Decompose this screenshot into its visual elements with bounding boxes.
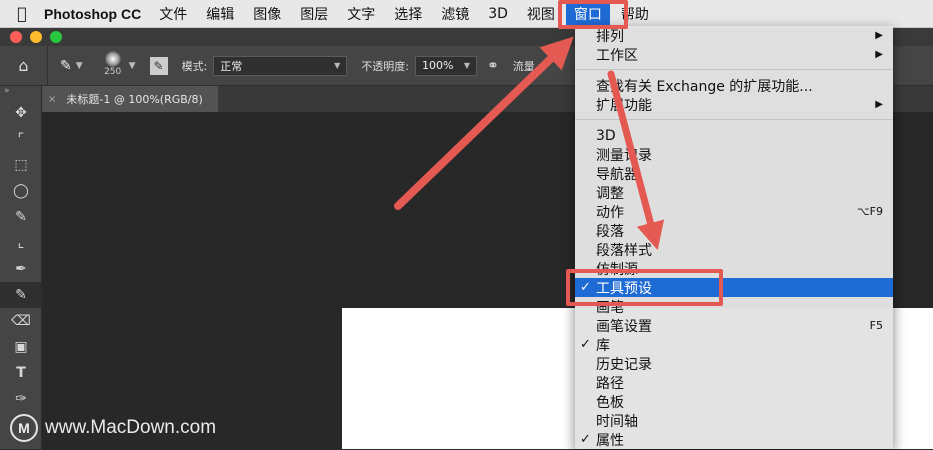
minimize-window-button[interactable] bbox=[30, 31, 42, 43]
menu-view[interactable]: 视图 bbox=[527, 4, 555, 24]
shortcut-label: F5 bbox=[869, 319, 883, 332]
menu-edit[interactable]: 编辑 bbox=[206, 4, 234, 24]
crop-tool-icon[interactable]: ⌞ bbox=[0, 230, 42, 256]
submenu-arrow-icon: ▶ bbox=[875, 30, 883, 41]
shortcut-label: ⌥F9 bbox=[856, 205, 883, 218]
annotation-highlight-window-menu bbox=[558, 0, 628, 29]
window-menu-item-label: 库 bbox=[596, 337, 610, 354]
gradient-tool-icon[interactable]: ▣ bbox=[0, 334, 42, 360]
menu-file[interactable]: 文件 bbox=[159, 4, 187, 24]
lasso-tool-icon[interactable]: ◯ bbox=[0, 178, 42, 204]
window-menu-item-label: 调整 bbox=[596, 185, 624, 202]
marquee-tool-icon[interactable]: ⬚ bbox=[0, 152, 42, 178]
menu-layer[interactable]: 图层 bbox=[300, 4, 328, 24]
submenu-arrow-icon: ▶ bbox=[875, 99, 883, 110]
macdown-logo: M bbox=[10, 414, 38, 442]
window-menu-item-label: 段落 bbox=[596, 223, 624, 240]
window-menu-item[interactable]: 路径 bbox=[575, 373, 893, 392]
window-menu-item-label: 动作 bbox=[596, 204, 624, 221]
brush-tool-icon[interactable]: ✎ bbox=[0, 282, 42, 308]
window-menu-item-label: 查找有关 Exchange 的扩展功能... bbox=[596, 78, 813, 95]
menu-type[interactable]: 文字 bbox=[347, 4, 375, 24]
type-tool-icon[interactable]: T bbox=[0, 360, 42, 386]
mode-select[interactable]: 正常 ▼ bbox=[213, 55, 348, 76]
window-menu-item-label: 导航器 bbox=[596, 166, 638, 183]
move-tool-icon[interactable]: ✥ bbox=[0, 100, 42, 126]
document-tab-title: 未标题-1 @ 100%(RGB/8) bbox=[66, 93, 203, 106]
app-name-menu[interactable]: Photoshop CC bbox=[44, 6, 141, 22]
document-tab[interactable]: × 未标题-1 @ 100%(RGB/8) bbox=[42, 86, 218, 112]
tools-panel: » ✥ ⌜ ⬚ ◯ ✎ ⌞ ✒ ✎ ⌫ ▣ T ✑ bbox=[0, 86, 42, 449]
mode-label: 模式: bbox=[181, 59, 208, 73]
close-window-button[interactable] bbox=[10, 31, 22, 43]
window-menu-item[interactable]: ✓ 库 bbox=[575, 335, 893, 354]
window-menu-item[interactable]: 色板 bbox=[575, 392, 893, 411]
pen-tool-icon[interactable]: ✑ bbox=[0, 386, 42, 412]
window-menu-item-label: 段落样式 bbox=[596, 242, 652, 259]
brush-preset-picker[interactable]: 250 bbox=[101, 50, 125, 81]
menu-filter[interactable]: 滤镜 bbox=[441, 4, 469, 24]
window-menu-item-label: 测量记录 bbox=[596, 147, 652, 164]
brush-tool-icon[interactable]: ✎ bbox=[60, 58, 72, 74]
window-menu-item[interactable]: 调整 bbox=[575, 183, 893, 202]
artboard-tool-icon[interactable]: ⌜ bbox=[0, 126, 42, 152]
flow-label: 流量 bbox=[512, 59, 535, 73]
brush-tip-icon bbox=[104, 50, 121, 67]
window-menu-item-label: 工作区 bbox=[596, 47, 638, 64]
chevron-down-icon[interactable]: ▼ bbox=[76, 61, 83, 71]
window-menu-item-label: 历史记录 bbox=[596, 356, 652, 373]
annotation-highlight-tool-presets bbox=[566, 269, 723, 306]
window-menu-item[interactable]: 段落样式 bbox=[575, 240, 893, 259]
window-menu-item[interactable]: 段落 bbox=[575, 221, 893, 240]
zoom-window-button[interactable] bbox=[50, 31, 62, 43]
window-menu-item[interactable]: 查找有关 Exchange 的扩展功能... bbox=[575, 76, 893, 95]
menu-image[interactable]: 图像 bbox=[253, 4, 281, 24]
chevron-down-icon: ▼ bbox=[463, 61, 471, 70]
window-menu-item-label: 扩展功能 bbox=[596, 97, 652, 114]
window-menu-item[interactable]: 画笔设置 F5 bbox=[575, 316, 893, 335]
opacity-select[interactable]: 100% ▼ bbox=[415, 55, 478, 76]
window-menu-item[interactable]: 导航器 bbox=[575, 164, 893, 183]
eraser-tool-icon[interactable]: ⌫ bbox=[0, 308, 42, 334]
window-menu-item-label: 路径 bbox=[596, 375, 624, 392]
menu-separator bbox=[575, 119, 893, 120]
window-menu-item[interactable]: 测量记录 bbox=[575, 145, 893, 164]
menu-3d[interactable]: 3D bbox=[488, 6, 508, 22]
pressure-opacity-icon[interactable]: ⚭ bbox=[487, 58, 499, 74]
eyedropper-tool-icon[interactable]: ✒ bbox=[0, 256, 42, 282]
home-icon[interactable]: ⌂ bbox=[0, 46, 48, 85]
menu-bar:  Photoshop CC 文件 编辑 图像 图层 文字 选择 滤镜 3D 视… bbox=[0, 0, 933, 28]
window-menu-item-label: 属性 bbox=[596, 432, 624, 449]
quick-selection-tool-icon[interactable]: ✎ bbox=[0, 204, 42, 230]
menu-separator bbox=[575, 69, 893, 70]
watermark: M www.MacDown.com bbox=[10, 414, 216, 442]
window-menu-dropdown: 排列 ▶ 工作区 ▶ 查找有关 Exchange 的扩展功能... 扩展功能 ▶ 3D 测量记录… bbox=[575, 26, 893, 449]
collapse-panel-icon[interactable]: » bbox=[0, 86, 41, 100]
window-menu-item-label: 色板 bbox=[596, 394, 624, 411]
chevron-down-icon[interactable]: ▼ bbox=[129, 61, 136, 71]
window-menu-item[interactable]: 扩展功能 ▶ bbox=[575, 95, 893, 114]
watermark-text: www.MacDown.com bbox=[45, 417, 217, 438]
brush-size-value: 250 bbox=[104, 66, 122, 77]
window-menu-item[interactable]: 时间轴 bbox=[575, 411, 893, 430]
apple-icon[interactable]:  bbox=[0, 4, 44, 23]
opacity-value: 100% bbox=[422, 59, 454, 72]
window-menu-item[interactable]: ✓ 属性 bbox=[575, 430, 893, 449]
checkmark-icon: ✓ bbox=[580, 337, 591, 352]
chevron-down-icon: ▼ bbox=[334, 61, 341, 70]
window-menu-item[interactable]: 3D bbox=[575, 126, 893, 145]
mode-value: 正常 bbox=[220, 59, 243, 73]
checkmark-icon: ✓ bbox=[580, 432, 591, 447]
brush-settings-toggle-icon[interactable]: ✎ bbox=[149, 56, 168, 75]
window-menu-item[interactable]: 历史记录 bbox=[575, 354, 893, 373]
window-menu-item[interactable]: 动作 ⌥F9 bbox=[575, 202, 893, 221]
window-menu-item-label: 时间轴 bbox=[596, 413, 638, 430]
window-menu-item-label: 画笔设置 bbox=[596, 318, 652, 335]
submenu-arrow-icon: ▶ bbox=[875, 49, 883, 60]
close-icon[interactable]: × bbox=[48, 94, 56, 105]
window-menu-item[interactable]: 工作区 ▶ bbox=[575, 45, 893, 64]
window-menu-item-label: 3D bbox=[596, 127, 616, 144]
menu-select[interactable]: 选择 bbox=[394, 4, 422, 24]
opacity-label: 不透明度: bbox=[361, 59, 410, 73]
